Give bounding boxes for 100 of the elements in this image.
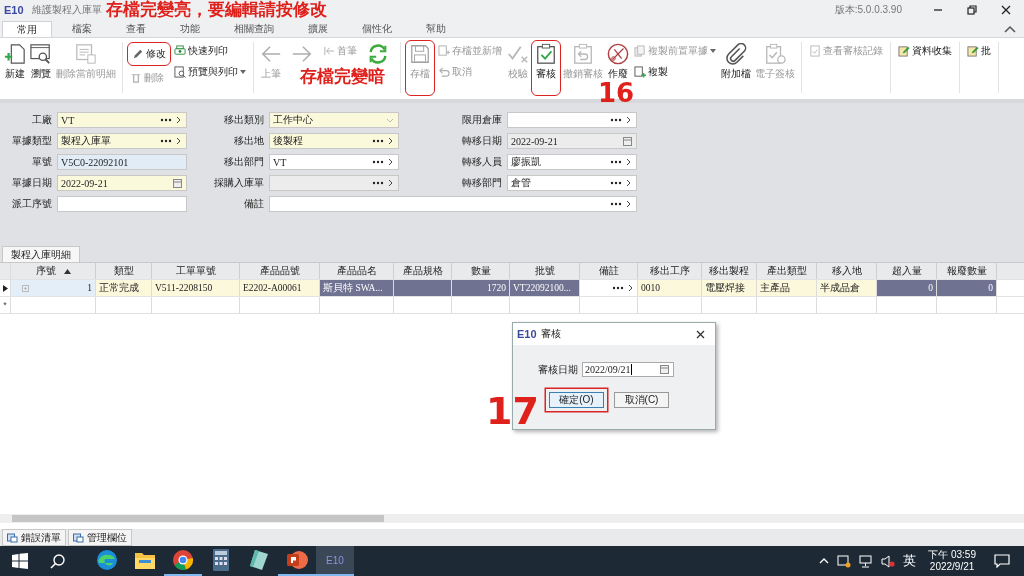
column-header[interactable]: 報廢數量 bbox=[937, 263, 997, 279]
table-cell: 電壓焊接 bbox=[702, 280, 757, 296]
column-header[interactable]: 超入量 bbox=[877, 263, 937, 279]
undo-icon bbox=[438, 66, 450, 78]
lookup-icon[interactable] bbox=[610, 179, 632, 187]
field-label: 限用倉庫 bbox=[461, 113, 502, 127]
speaker-muted-icon[interactable] bbox=[881, 554, 896, 568]
field-label: 移出地 bbox=[233, 134, 264, 148]
ribbon-button[interactable]: 複製 bbox=[631, 63, 719, 81]
ribbon-button[interactable]: 瀏覽 bbox=[28, 40, 54, 84]
ribbon-tab[interactable]: 檔案 bbox=[58, 21, 106, 37]
column-header[interactable]: 產品品名 bbox=[320, 263, 394, 279]
ribbon-tab[interactable]: 常用 bbox=[2, 21, 52, 37]
horizontal-scrollbar[interactable] bbox=[0, 514, 1024, 523]
panel-tab[interactable]: 管理欄位 bbox=[68, 529, 132, 546]
ribbon-button[interactable]: 資料收集 bbox=[895, 42, 955, 60]
input-field[interactable] bbox=[269, 175, 399, 191]
detail-tab[interactable]: 製程入庫明細 bbox=[2, 246, 80, 262]
ribbon-button[interactable]: 新建 bbox=[2, 40, 28, 84]
calendar-icon[interactable] bbox=[173, 178, 182, 188]
ribbon-button[interactable]: 修改 bbox=[127, 42, 171, 66]
restore-icon[interactable] bbox=[967, 5, 977, 15]
field-label: 單據類型 bbox=[11, 134, 52, 148]
input-field[interactable]: 2022-09-21 bbox=[507, 133, 637, 149]
annotation-text: 16 bbox=[598, 80, 635, 106]
lookup-icon[interactable] bbox=[610, 116, 632, 124]
printer-icon bbox=[174, 45, 186, 57]
lookup-icon[interactable] bbox=[610, 200, 632, 208]
search-icon[interactable] bbox=[50, 553, 66, 569]
ribbon-button[interactable]: 批 bbox=[964, 42, 994, 60]
table-cell: E2202-A00061 bbox=[240, 280, 320, 296]
dropdown-caret-icon bbox=[240, 70, 246, 74]
column-header[interactable]: 工單單號 bbox=[152, 263, 240, 279]
dialog-button[interactable]: 取消(C) bbox=[614, 392, 669, 408]
lookup-icon[interactable] bbox=[612, 284, 634, 292]
column-header[interactable]: 移出工序 bbox=[638, 263, 702, 279]
input-field[interactable] bbox=[57, 196, 187, 212]
network-icon[interactable] bbox=[859, 554, 874, 568]
input-field[interactable]: V5C0-22092101 bbox=[57, 154, 187, 170]
column-header[interactable]: 數量 bbox=[452, 263, 510, 279]
input-field[interactable] bbox=[507, 112, 637, 128]
ribbon-button[interactable]: 預覽與列印 bbox=[171, 63, 249, 81]
ribbon-button[interactable]: 快速列印 bbox=[171, 42, 249, 60]
ribbon-tab[interactable]: 幫助 bbox=[412, 21, 460, 37]
lookup-icon[interactable] bbox=[372, 158, 394, 166]
document-check-icon bbox=[809, 45, 821, 57]
input-field[interactable]: 工作中心 bbox=[269, 112, 399, 128]
input-method-indicator[interactable]: 英 bbox=[903, 552, 917, 570]
clock-time: 下午 03:59 bbox=[928, 549, 976, 561]
column-header[interactable]: 產出類型 bbox=[757, 263, 817, 279]
input-field[interactable]: 倉管 bbox=[507, 175, 637, 191]
column-header[interactable]: 批號 bbox=[510, 263, 580, 279]
column-header[interactable]: 移出製程 bbox=[702, 263, 757, 279]
close-icon[interactable] bbox=[696, 329, 705, 339]
column-header[interactable]: 備註 bbox=[580, 263, 638, 279]
calendar-icon[interactable] bbox=[623, 136, 632, 146]
field-label: 工廠 bbox=[31, 113, 52, 127]
ribbon-tab[interactable]: 功能 bbox=[166, 21, 214, 37]
column-header[interactable]: 產品規格 bbox=[394, 263, 452, 279]
table-cell: 0 bbox=[877, 280, 937, 296]
input-field[interactable]: 後製程 bbox=[269, 133, 399, 149]
save-icon bbox=[409, 43, 431, 65]
input-field[interactable]: 廖振凱 bbox=[507, 154, 637, 170]
app-logo: E10 bbox=[4, 4, 24, 16]
column-header[interactable]: 移入地 bbox=[817, 263, 877, 279]
input-field[interactable]: 製程入庫單 bbox=[57, 133, 187, 149]
lookup-icon[interactable] bbox=[160, 116, 182, 124]
field-label: 轉移人員 bbox=[461, 155, 502, 169]
ribbon-button[interactable]: 附加檔 bbox=[719, 40, 753, 84]
start-icon[interactable] bbox=[12, 553, 28, 569]
input-field[interactable]: VT bbox=[57, 112, 187, 128]
input-field[interactable]: 2022-09-21 bbox=[57, 175, 187, 191]
browse-icon bbox=[30, 43, 52, 65]
table-cell: 1 bbox=[11, 280, 96, 296]
collapse-ribbon-icon[interactable] bbox=[1004, 25, 1016, 33]
panel-tab[interactable]: 錯誤清單 bbox=[2, 529, 66, 546]
lookup-icon[interactable] bbox=[160, 137, 182, 145]
edit-note-icon bbox=[967, 45, 979, 57]
column-header[interactable]: 產品品號 bbox=[240, 263, 320, 279]
column-header[interactable]: 類型 bbox=[96, 263, 152, 279]
ribbon-tab[interactable]: 個性化 bbox=[348, 21, 406, 37]
ribbon-tab[interactable]: 查看 bbox=[112, 21, 160, 37]
annotation-text: 17 bbox=[486, 392, 539, 430]
date-field[interactable]: 2022/09/21 bbox=[582, 362, 674, 377]
lookup-icon[interactable] bbox=[610, 158, 632, 166]
pencil-icon bbox=[132, 48, 144, 60]
refresh-icon[interactable] bbox=[367, 43, 389, 65]
ribbon-tab[interactable]: 相關查詢 bbox=[220, 21, 288, 37]
notification-icon[interactable] bbox=[994, 554, 1010, 568]
lookup-icon[interactable] bbox=[372, 179, 394, 187]
ribbon-button[interactable]: 審核 bbox=[531, 40, 561, 96]
chevron-up-icon[interactable] bbox=[819, 558, 830, 564]
field-label: 單據日期 bbox=[11, 176, 52, 190]
input-field[interactable]: VT bbox=[269, 154, 399, 170]
column-header[interactable]: 序號 bbox=[11, 263, 96, 279]
lookup-icon[interactable] bbox=[372, 137, 394, 145]
ribbon-tab[interactable]: 擴展 bbox=[294, 21, 342, 37]
calendar-icon[interactable] bbox=[660, 365, 669, 374]
input-field[interactable] bbox=[269, 196, 637, 212]
close-icon[interactable] bbox=[1001, 5, 1011, 15]
